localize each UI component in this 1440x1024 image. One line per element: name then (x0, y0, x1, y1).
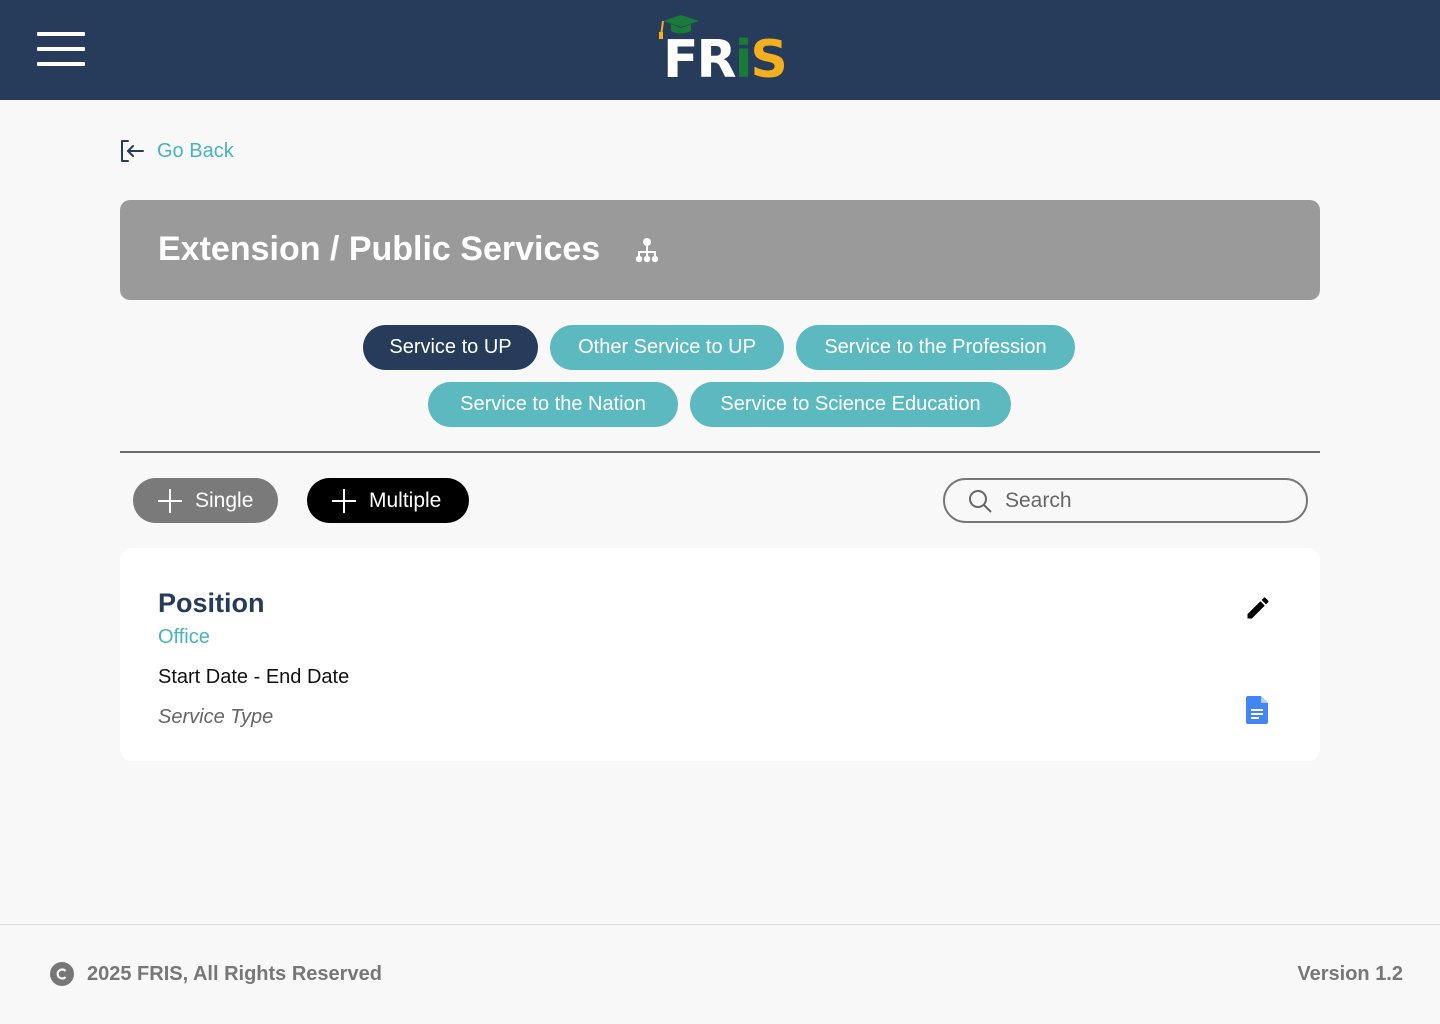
fris-logo[interactable]: FRiS (655, 14, 789, 90)
copyright-text: 2025 FRIS, All Rights Reserved (87, 962, 382, 985)
search-box[interactable] (943, 478, 1308, 523)
tab-service-to-the-nation[interactable]: Service to the Nation (428, 382, 678, 427)
go-back-link[interactable]: Go Back (119, 136, 234, 166)
tab-other-service-to-up[interactable]: Other Service to UP (550, 325, 784, 370)
plus-icon (332, 488, 356, 513)
tab-service-to-the-profession[interactable]: Service to the Profession (796, 325, 1075, 370)
version-label: Version 1.2 (1297, 963, 1403, 985)
tab-service-to-science-education[interactable]: Service to Science Education (690, 382, 1011, 427)
top-bar: FRiS (0, 0, 1440, 100)
divider (120, 451, 1320, 453)
add-single-label: Single (195, 488, 254, 512)
footer: 2025 FRIS, All Rights Reserved Version 1… (0, 924, 1440, 1024)
record-dates: Start Date - End Date (158, 666, 350, 688)
logo-wordmark: FRiS (663, 30, 788, 90)
record-service-type: Service Type (158, 706, 274, 728)
pencil-icon[interactable] (1244, 594, 1272, 622)
add-multiple-button[interactable]: Multiple (307, 478, 469, 523)
copyright: 2025 FRIS, All Rights Reserved (50, 962, 382, 986)
search-input[interactable] (1005, 488, 1265, 513)
logo-text-s: S (750, 30, 787, 90)
logo-text-fr: FR (663, 30, 737, 90)
plus-icon (158, 488, 182, 513)
add-multiple-label: Multiple (369, 488, 442, 512)
page-title: Extension / Public Services (158, 230, 601, 268)
record-position: Position (158, 588, 265, 618)
org-chart-icon[interactable] (632, 236, 662, 266)
search-icon (969, 489, 992, 513)
logo-text-i: i (734, 30, 753, 90)
record-card: Position Office Start Date - End Date Se… (120, 548, 1320, 761)
document-icon[interactable] (1246, 696, 1270, 724)
tab-service-to-up[interactable]: Service to UP (363, 325, 538, 370)
hamburger-menu-icon[interactable] (37, 32, 85, 66)
section-header: Extension / Public Services (120, 200, 1320, 300)
exit-arrow-icon (121, 140, 144, 162)
copyright-icon (50, 962, 74, 986)
go-back-label: Go Back (157, 139, 234, 162)
add-single-button[interactable]: Single (133, 478, 278, 523)
record-office: Office (158, 626, 210, 648)
